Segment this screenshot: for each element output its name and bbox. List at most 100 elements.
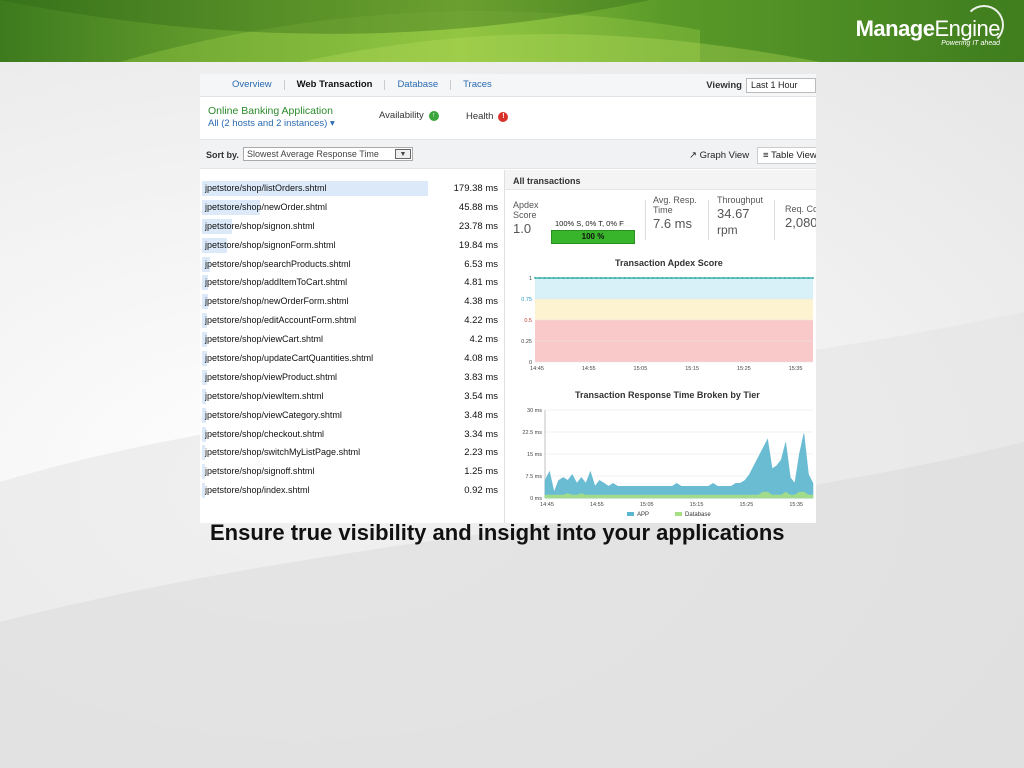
application-name[interactable]: Online Banking Application — [208, 105, 333, 117]
area-series-app — [544, 433, 814, 499]
y-tick-label: 22.5 ms — [522, 430, 542, 436]
health-label: Health — [466, 111, 494, 122]
manageengine-logo: ManageEngine Powering IT ahead — [855, 16, 1001, 47]
transaction-row[interactable]: jpetstore/shop/signoff.shtml 1.25 ms — [200, 463, 502, 482]
tab-database[interactable]: Database — [385, 80, 452, 90]
transaction-row[interactable]: jpetstore/shop/searchProducts.shtml 6.53 … — [200, 256, 502, 275]
apdex-breakdown: 100% S, 0% T, 0% F — [555, 219, 624, 228]
transaction-row[interactable]: jpetstore/shop/viewCategory.shtml 3.48 ms — [200, 407, 502, 426]
tab-overview[interactable]: Overview — [220, 80, 285, 90]
apdex-point — [595, 277, 598, 279]
throughput-label: Throughput — [717, 195, 764, 205]
sort-select[interactable]: Slowest Average Response Time ▼ — [243, 147, 413, 161]
apdex-point — [647, 277, 649, 279]
transaction-url[interactable]: jpetstore/shop/checkout.shtml — [205, 429, 324, 439]
y-tick-label: 15 ms — [527, 452, 542, 458]
transaction-url[interactable]: jpetstore/shop/switchMyListPage.shtml — [205, 447, 360, 457]
apdex-point — [812, 277, 814, 279]
apdex-point — [713, 277, 715, 279]
y-tick-label: 7.5 ms — [525, 474, 542, 480]
logo-light: Engine — [934, 16, 1000, 41]
arrow-up-icon: ↑ — [428, 110, 439, 121]
response-time-chart-title: Transaction Response Time Broken by Tier — [575, 390, 760, 400]
transaction-url[interactable]: jpetstore/shop/searchProducts.shtml — [205, 259, 351, 269]
all-transactions-header: All transactions — [505, 170, 816, 190]
apdex-point — [562, 277, 565, 279]
apdex-point — [746, 277, 748, 279]
apdex-point — [618, 277, 621, 279]
hosts-dropdown[interactable]: All (2 hosts and 2 instances) ▾ — [208, 118, 335, 129]
viewing-select[interactable]: Last 1 Hour — [746, 78, 816, 93]
header-banner: ManageEngine Powering IT ahead — [0, 0, 1024, 62]
transaction-url[interactable]: jpetstore/shop/viewItem.shtml — [205, 391, 324, 401]
x-tick-label: 15:35 — [789, 366, 803, 372]
transaction-url[interactable]: jpetstore/shop/signoff.shtml — [205, 466, 314, 476]
transaction-row[interactable]: jpetstore/shop/updateCartQuantities.shtm… — [200, 350, 502, 369]
transaction-url[interactable]: jpetstore/shop/signonForm.shtml — [205, 240, 336, 250]
apdex-point — [807, 277, 810, 279]
dropdown-arrow-icon[interactable]: ▼ — [395, 149, 411, 159]
transaction-url[interactable]: jpetstore/shop/addItemToCart.shtml — [205, 277, 347, 287]
apdex-point — [802, 277, 805, 279]
x-tick-label: 15:15 — [690, 502, 704, 508]
transaction-row[interactable]: jpetstore/shop/viewItem.shtml 3.54 ms — [200, 388, 502, 407]
transaction-time: 3.54 ms — [464, 390, 498, 402]
transaction-time: 3.83 ms — [464, 371, 498, 383]
transaction-row[interactable]: jpetstore/shop/signon.shtml 23.78 ms — [200, 218, 502, 237]
apdex-point — [717, 277, 720, 279]
logo-bold: Manage — [855, 16, 935, 41]
apdex-score-chart: 00.250.50.75114:45 14:55 15:05 15:15 15:25 15… — [521, 276, 814, 372]
apdex-bar: 100 % — [551, 230, 635, 244]
transaction-time: 6.53 ms — [464, 258, 498, 270]
req-count-label: Req. Co — [785, 204, 816, 214]
transaction-url[interactable]: jpetstore/shop/viewCategory.shtml — [205, 410, 342, 420]
transaction-row[interactable]: jpetstore/shop/index.shtml 0.92 ms — [200, 482, 502, 501]
table-view-button[interactable]: ≡ Table View — [757, 147, 816, 164]
transaction-url[interactable]: jpetstore/shop/newOrder.shtml — [205, 202, 327, 212]
transaction-url[interactable]: jpetstore/shop/updateCartQuantities.shtm… — [205, 353, 373, 363]
transaction-row[interactable]: jpetstore/shop/switchMyListPage.shtml 2.2… — [200, 444, 502, 463]
x-tick-label: 14:45 — [540, 502, 554, 508]
slide-caption: Ensure true visibility and insight into … — [210, 520, 785, 545]
transaction-row[interactable]: jpetstore/shop/viewCart.shtml 4.2 ms — [200, 331, 502, 350]
graph-view-button[interactable]: ↗ Graph View — [689, 150, 749, 161]
apdex-point — [779, 277, 781, 279]
transaction-summary-panel: All transactions Apdex Score 1.0 100% S,… — [504, 170, 816, 523]
apdex-point — [552, 277, 555, 279]
transaction-row[interactable]: jpetstore/shop/listOrders.shtml 179.38 ms — [200, 180, 502, 199]
apm-dashboard: Overview Web Transaction Database Traces… — [200, 74, 816, 523]
transaction-row[interactable]: jpetstore/shop/newOrderForm.shtml 4.38 ms — [200, 293, 502, 312]
transaction-url[interactable]: jpetstore/shop/listOrders.shtml — [205, 183, 327, 193]
apdex-point — [666, 277, 668, 279]
transaction-row[interactable]: jpetstore/shop/addItemToCart.shtml 4.81 m… — [200, 274, 502, 293]
apdex-point — [609, 277, 612, 279]
apdex-point — [680, 277, 682, 279]
transaction-row[interactable]: jpetstore/shop/signonForm.shtml 19.84 ms — [200, 237, 502, 256]
transaction-url[interactable]: jpetstore/shop/index.shtml — [205, 485, 310, 495]
x-tick-label: 15:05 — [640, 502, 654, 508]
tab-traces[interactable]: Traces — [451, 80, 504, 90]
tab-web-transaction[interactable]: Web Transaction — [285, 80, 386, 90]
apdex-point — [755, 277, 758, 279]
transaction-url[interactable]: jpetstore/shop/viewCart.shtml — [205, 334, 323, 344]
transaction-url[interactable]: jpetstore/shop/editAccountForm.shtml — [205, 315, 356, 325]
apdex-point — [590, 277, 593, 279]
transaction-row[interactable]: jpetstore/shop/viewProduct.shtml 3.83 ms — [200, 369, 502, 388]
transaction-url[interactable]: jpetstore/shop/signon.shtml — [205, 221, 315, 231]
transaction-time: 179.38 ms — [453, 183, 498, 194]
y-tick-label: 1 — [529, 276, 532, 282]
divider — [774, 200, 775, 240]
transaction-url[interactable]: jpetstore/shop/newOrderForm.shtml — [205, 296, 349, 306]
apdex-label: Apdex Score — [513, 200, 539, 220]
transaction-row[interactable]: jpetstore/shop/newOrder.shtml 45.88 ms — [200, 199, 502, 218]
transaction-time: 0.92 ms — [464, 485, 498, 497]
apdex-value: 1.0 — [513, 221, 532, 236]
transaction-url[interactable]: jpetstore/shop/viewProduct.shtml — [205, 372, 337, 382]
transaction-row[interactable]: jpetstore/shop/editAccountForm.shtml 4.22… — [200, 312, 502, 331]
transaction-row[interactable]: jpetstore/shop/checkout.shtml 3.34 ms — [200, 426, 502, 445]
x-tick-label: 15:15 — [685, 366, 699, 372]
apdex-chart-title: Transaction Apdex Score — [615, 258, 723, 268]
y-tick-label: 30 ms — [527, 408, 542, 414]
apdex-point — [557, 277, 560, 279]
y-tick-label: 0.5 — [524, 318, 532, 324]
